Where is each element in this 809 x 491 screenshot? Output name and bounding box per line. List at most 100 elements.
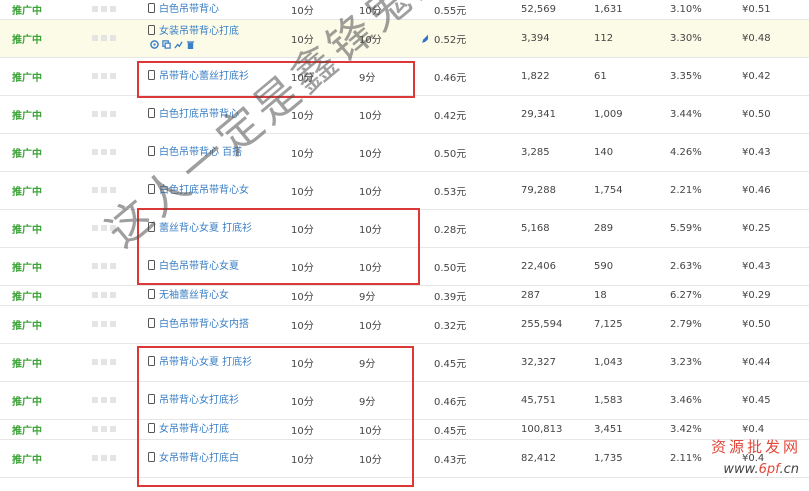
avg-cost: ¥0.44: [736, 343, 809, 382]
trash-icon[interactable]: [186, 40, 195, 49]
pc-bid[interactable]: 10分: [285, 95, 353, 134]
keyword-text[interactable]: 无袖蕾丝背心女: [159, 290, 229, 301]
keyword-cell[interactable]: 白色吊带背心: [140, 0, 285, 20]
keyword-cell[interactable]: 吊带背心蕾丝打底衫: [140, 57, 285, 96]
impressions: 3,285: [515, 133, 588, 172]
cpc: 0.32元: [428, 305, 515, 344]
row-actions[interactable]: [150, 39, 195, 49]
mobile-bid[interactable]: 9分: [353, 381, 428, 420]
keyword-cell[interactable]: 白色吊带背心女内搭: [140, 305, 285, 344]
keyword-text[interactable]: 白色吊带背心女夏: [159, 261, 239, 272]
table-row[interactable]: 推广中 吊带背心蕾丝打底衫 10分 9分 0.46元 1,822 61 3.35…: [0, 57, 809, 96]
mobile-bid[interactable]: 10分: [353, 419, 428, 440]
cpc: 0.50元: [428, 247, 515, 286]
cpc: 0.45元: [428, 419, 515, 440]
mobile-bid[interactable]: 10分: [353, 95, 428, 134]
pc-bid[interactable]: 10分: [285, 0, 353, 20]
quality-score-dots: [86, 305, 140, 344]
settings-icon[interactable]: [150, 39, 159, 49]
mobile-bid[interactable]: 10分: [353, 247, 428, 286]
table-row[interactable]: 推广中 无袖蕾丝背心女 10分 9分 0.39元 287 18 6.27% ¥0…: [0, 285, 809, 306]
table-row[interactable]: 推广中 白色吊带背心女夏 10分 10分 0.50元 22,406 590 2.…: [0, 247, 809, 286]
pc-bid[interactable]: 10分: [285, 209, 353, 248]
keyword-cell[interactable]: 白色吊带背心女夏: [140, 247, 285, 286]
impressions: 100,813: [515, 419, 588, 440]
table-row[interactable]: 推广中 白色吊带背心 百搭 10分 10分 0.50元 3,285 140 4.…: [0, 133, 809, 172]
keyword-text[interactable]: 女吊带背心打底: [159, 424, 229, 435]
keyword-text[interactable]: 吊带背心女打底衫: [159, 395, 239, 406]
keyword-cell[interactable]: 吊带背心女夏 打底衫: [140, 343, 285, 382]
mobile-phone-icon: [148, 422, 155, 433]
keyword-cell[interactable]: 女吊带背心打底白: [140, 439, 285, 478]
keyword-cell[interactable]: 蕾丝背心女夏 打底衫: [140, 209, 285, 248]
pc-bid[interactable]: 10分: [285, 439, 353, 478]
pc-bid[interactable]: 10分: [285, 171, 353, 210]
keyword-text[interactable]: 白色吊带背心女内搭: [159, 319, 249, 330]
keyword-cell[interactable]: 女装吊带背心打底: [140, 19, 285, 58]
pc-bid[interactable]: 10分: [285, 419, 353, 440]
impressions: 29,341: [515, 95, 588, 134]
table-row[interactable]: 推广中 白色吊带背心女内搭 10分 10分 0.32元 255,594 7,12…: [0, 305, 809, 344]
table-row[interactable]: 推广中 女吊带背心打底 10分 10分 0.45元 100,813 3,451 …: [0, 419, 809, 440]
mobile-bid[interactable]: 10分: [353, 133, 428, 172]
table-row[interactable]: 推广中 吊带背心女夏 打底衫 10分 9分 0.45元 32,327 1,043…: [0, 343, 809, 382]
mobile-bid[interactable]: 10分: [353, 171, 428, 210]
table-row[interactable]: 推广中 吊带背心女打底衫 10分 9分 0.46元 45,751 1,583 3…: [0, 381, 809, 420]
clicks: 289: [588, 209, 664, 248]
keyword-text[interactable]: 白色打底吊带背心: [159, 109, 239, 120]
quality-score-dots: [86, 171, 140, 210]
keyword-text[interactable]: 白色打底吊带背心女: [159, 185, 249, 196]
mobile-bid[interactable]: 10分: [353, 305, 428, 344]
cpc: 0.39元: [428, 285, 515, 306]
table-row[interactable]: 推广中 女装吊带背心打底 10分 10分 0.52元 3,394 112 3.3…: [0, 19, 809, 58]
pencil-edit-icon[interactable]: [421, 33, 428, 44]
mobile-phone-icon: [148, 2, 155, 13]
keyword-cell[interactable]: 白色吊带背心 百搭: [140, 133, 285, 172]
keyword-cell[interactable]: 女吊带背心打底: [140, 419, 285, 440]
status-label: 推广中: [0, 305, 86, 344]
keyword-text[interactable]: 吊带背心蕾丝打底衫: [159, 71, 249, 82]
mobile-phone-icon: [148, 145, 155, 156]
mobile-bid[interactable]: 9分: [353, 343, 428, 382]
impressions: 22,406: [515, 247, 588, 286]
cpc: 0.52元: [428, 19, 515, 58]
pc-bid[interactable]: 10分: [285, 305, 353, 344]
keyword-text[interactable]: 白色吊带背心 百搭: [159, 147, 242, 158]
mobile-bid[interactable]: 9分: [353, 57, 428, 96]
table-row[interactable]: 推广中 蕾丝背心女夏 打底衫 10分 10分 0.28元 5,168 289 5…: [0, 209, 809, 248]
keyword-text[interactable]: 蕾丝背心女夏 打底衫: [159, 223, 252, 234]
quality-score-dots: [86, 19, 140, 58]
pc-bid[interactable]: 10分: [285, 57, 353, 96]
trend-chart-icon[interactable]: [174, 40, 183, 49]
pc-bid[interactable]: 10分: [285, 285, 353, 306]
copy-icon[interactable]: [162, 39, 171, 49]
keyword-text[interactable]: 白色吊带背心: [159, 4, 219, 15]
status-label: 推广中: [0, 133, 86, 172]
keyword-text[interactable]: 吊带背心女夏 打底衫: [159, 357, 252, 368]
mobile-bid[interactable]: 10分: [353, 0, 428, 20]
mobile-bid[interactable]: 10分: [353, 209, 428, 248]
pc-bid[interactable]: 10分: [285, 247, 353, 286]
pc-bid[interactable]: 10分: [285, 19, 353, 58]
mobile-phone-icon: [148, 288, 155, 299]
quality-score-dots: [86, 419, 140, 440]
mobile-bid[interactable]: 9分: [353, 285, 428, 306]
keyword-text[interactable]: 女装吊带背心打底: [159, 26, 239, 37]
table-row[interactable]: 推广中 白色打底吊带背心女 10分 10分 0.53元 79,288 1,754…: [0, 171, 809, 210]
table-row[interactable]: 推广中 白色吊带背心 10分 10分 0.55元 52,569 1,631 3.…: [0, 0, 809, 20]
keyword-cell[interactable]: 无袖蕾丝背心女: [140, 285, 285, 306]
pc-bid[interactable]: 10分: [285, 381, 353, 420]
cpc: 0.43元: [428, 439, 515, 478]
pc-bid[interactable]: 10分: [285, 343, 353, 382]
keyword-cell[interactable]: 白色打底吊带背心: [140, 95, 285, 134]
keyword-text[interactable]: 女吊带背心打底白: [159, 453, 239, 464]
ctr: 3.23%: [664, 343, 736, 382]
mobile-bid[interactable]: 10分: [353, 439, 428, 478]
keyword-cell[interactable]: 白色打底吊带背心女: [140, 171, 285, 210]
keyword-cell[interactable]: 吊带背心女打底衫: [140, 381, 285, 420]
mobile-bid[interactable]: 10分: [353, 19, 428, 58]
ctr: 5.59%: [664, 209, 736, 248]
table-row[interactable]: 推广中 女吊带背心打底白 10分 10分 0.43元 82,412 1,735 …: [0, 439, 809, 478]
table-row[interactable]: 推广中 白色打底吊带背心 10分 10分 0.42元 29,341 1,009 …: [0, 95, 809, 134]
pc-bid[interactable]: 10分: [285, 133, 353, 172]
